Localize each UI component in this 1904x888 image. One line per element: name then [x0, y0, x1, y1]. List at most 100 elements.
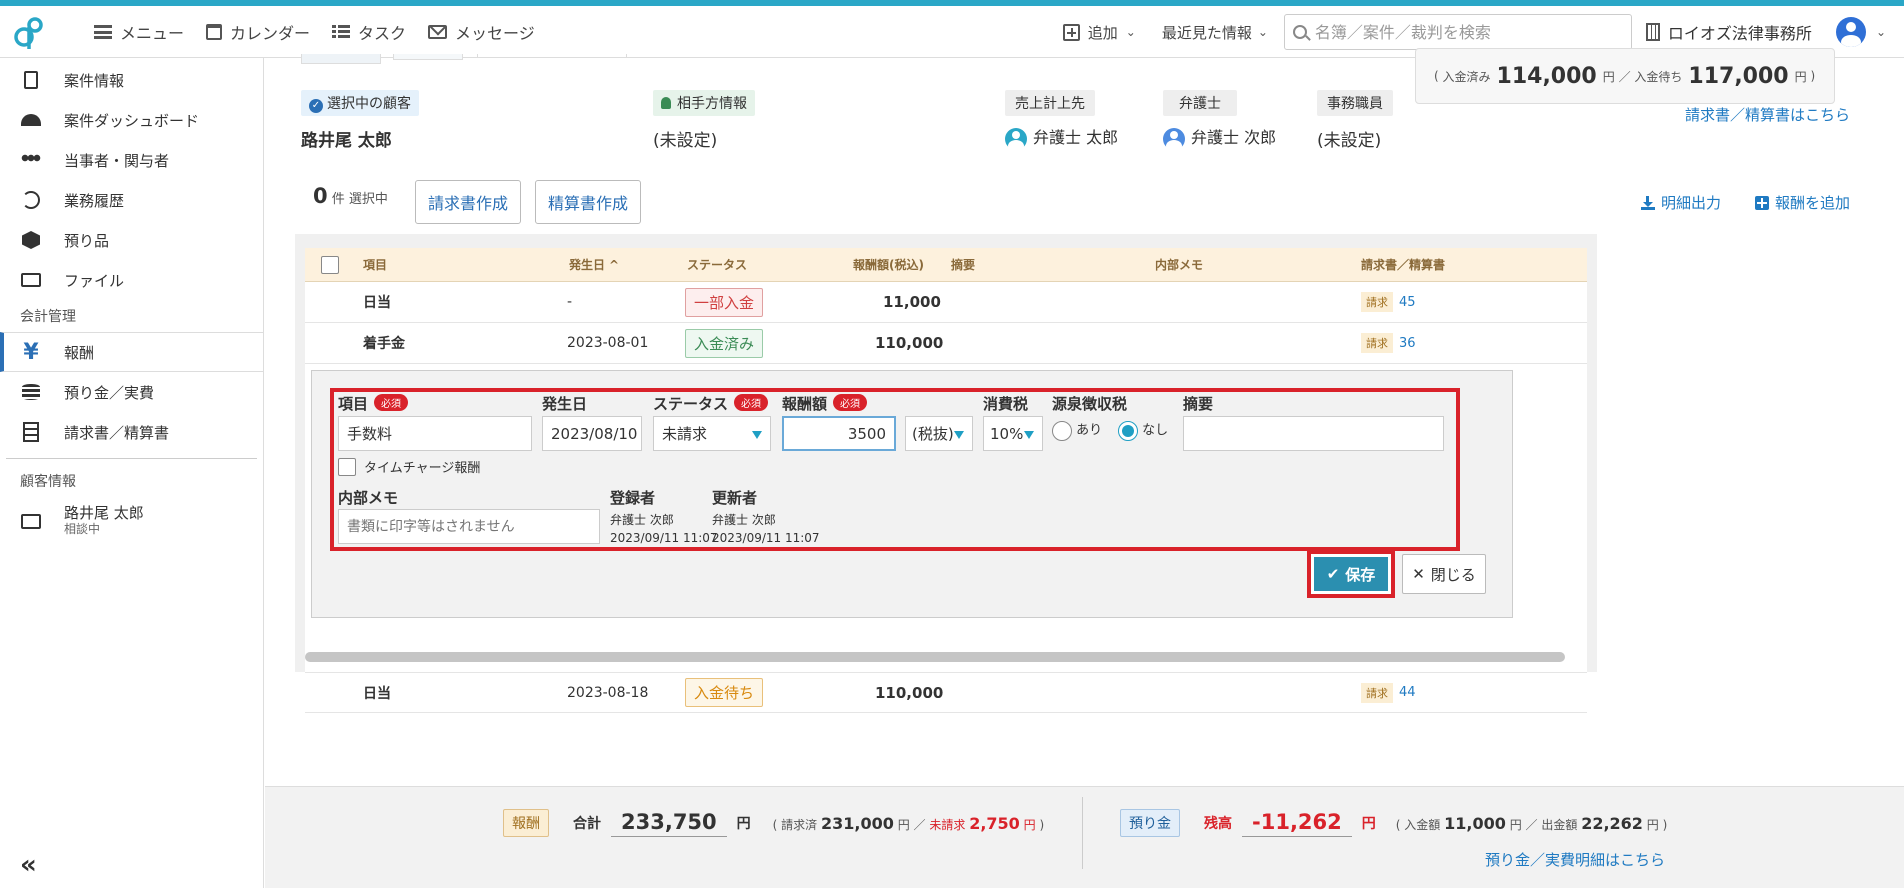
horizontal-scrollbar[interactable]	[305, 652, 1565, 662]
sidebar-item-deposit-expenses[interactable]: 預り金／実費	[0, 372, 263, 412]
selected-client-block: ✓ 選択中の顧客 路井尾 太郎	[301, 90, 419, 151]
date-field[interactable]: 2023/08/10	[542, 416, 642, 451]
withholding-yes-radio[interactable]: あり	[1052, 419, 1102, 441]
col-invoice: 請求書／精算書	[1361, 258, 1446, 272]
gauge-icon	[20, 110, 42, 130]
building-icon	[1645, 23, 1660, 41]
col-summary: 摘要	[951, 258, 976, 272]
nav-task[interactable]: タスク	[332, 20, 406, 44]
sidebar-item-invoices[interactable]: 請求書／精算書	[0, 412, 263, 452]
col-date[interactable]: 発生日 ^	[569, 248, 619, 281]
sidebar-item-history[interactable]: 業務履歴	[0, 180, 263, 220]
selection-count: 0 件 選択中	[313, 184, 388, 208]
lawyer-block: 弁護士 弁護士 次郎	[1163, 90, 1276, 152]
global-search[interactable]	[1283, 14, 1632, 50]
save-button[interactable]: ✔ 保存	[1314, 557, 1388, 591]
pending-amount: 117,000	[1688, 63, 1789, 89]
check-circle-icon: ✓	[309, 99, 323, 113]
tax-mode-select[interactable]: (税抜)	[905, 416, 973, 451]
create-invoice-button[interactable]: 請求書作成	[415, 180, 522, 224]
user-avatar[interactable]	[1835, 17, 1866, 47]
invoice-number-link[interactable]: 45	[1399, 295, 1416, 310]
coins-icon	[20, 382, 42, 402]
creator-label: 登録者	[610, 489, 656, 507]
date-field-label: 発生日	[542, 395, 588, 413]
deposit-tag: 預り金	[1120, 809, 1180, 837]
invoice-badge: 請求	[1361, 292, 1393, 312]
sidebar-item-deposits[interactable]: 預り品	[0, 220, 263, 260]
updater-info: 弁護士 次郎 2023/09/11 11:07	[712, 513, 820, 545]
sidebar-item-fees[interactable]: ¥ 報酬	[0, 332, 263, 372]
user-circle-icon	[1005, 127, 1027, 152]
tax-rate-select[interactable]: 10%	[983, 416, 1043, 451]
select-all-checkbox[interactable]	[321, 248, 339, 281]
collapse-sidebar-icon[interactable]: «	[20, 850, 37, 880]
app-logo[interactable]	[0, 6, 58, 58]
checkbox	[338, 457, 356, 476]
table-row[interactable]: 日当 - 一部入金 11,000 請求 45	[305, 282, 1587, 323]
chevron-down-icon: ⌄	[1125, 25, 1136, 39]
amount-field-label: 報酬額 必須	[782, 393, 868, 414]
nav-calendar[interactable]: カレンダー	[206, 20, 310, 44]
updater-label: 更新者	[712, 489, 758, 507]
col-item: 項目	[363, 258, 388, 272]
invoice-number-link[interactable]: 36	[1399, 336, 1416, 351]
sidebar-section-accounting: 会計管理	[20, 309, 76, 325]
status-select[interactable]: 未請求	[653, 416, 771, 451]
sales-block: 売上計上先 弁護士 太郎	[1005, 90, 1118, 152]
close-icon: ✕	[1412, 565, 1425, 583]
invoice-number-link[interactable]: 44	[1399, 685, 1416, 700]
col-memo: 内部メモ	[1155, 258, 1204, 272]
col-status: ステータス	[687, 258, 748, 272]
fee-payment-summary: ( 入金済み 114,000 円 ／ 入金待ち 117,000 円 )	[1415, 48, 1835, 104]
task-list-icon	[332, 24, 351, 39]
sidebar-item-case-info[interactable]: 案件情報	[0, 60, 263, 100]
nav-message[interactable]: メッセージ	[428, 20, 535, 44]
table-row[interactable]: 日当 2023-08-18 入金待ち 110,000 請求 44	[305, 672, 1587, 713]
summary-field[interactable]	[1183, 416, 1444, 451]
required-badge: 必須	[374, 394, 409, 411]
sidebar-item-dashboard[interactable]: 案件ダッシュボード	[0, 100, 263, 140]
fee-total-amount: 233,750	[611, 810, 727, 837]
tab-remnant	[393, 54, 463, 60]
withholding-no-radio[interactable]: なし	[1118, 419, 1168, 441]
add-fee-link[interactable]: 報酬を追加	[1755, 192, 1850, 213]
col-amount: 報酬額(税込)	[853, 258, 924, 272]
sidebar-item-parties[interactable]: 当事者・関与者	[0, 140, 263, 180]
check-icon: ✔	[1326, 565, 1340, 583]
item-field[interactable]: 手数料	[338, 416, 532, 451]
nav-menu[interactable]: メニュー	[94, 20, 184, 44]
table-header: 項目 発生日 ^ ステータス 報酬額(税込) 摘要 内部メモ 請求書／精算書	[305, 248, 1587, 282]
invoice-list-link[interactable]: 請求書／精算書はこちら	[1685, 104, 1850, 125]
chevron-down-icon[interactable]: ⌄	[1876, 25, 1886, 39]
office-switcher[interactable]: ロイオズ法律事務所	[1645, 20, 1812, 44]
opponent-label: 相手方情報	[653, 90, 755, 116]
invoice-badge: 請求	[1361, 682, 1393, 703]
sales-value: 弁護士 太郎	[1005, 124, 1118, 152]
export-details-link[interactable]: 明細出力	[1641, 192, 1721, 213]
plus-square-icon	[1062, 23, 1080, 41]
memo-field[interactable]	[338, 509, 600, 544]
create-settlement-button[interactable]: 精算書作成	[535, 180, 642, 224]
close-button[interactable]: ✕ 閉じる	[1402, 554, 1486, 594]
amount-field[interactable]: 3500	[782, 416, 896, 451]
sort-up-icon: ^	[609, 257, 620, 272]
deposit-balance-amount: -11,262	[1242, 810, 1352, 837]
item-field-label: 項目 必須	[338, 393, 409, 414]
search-input[interactable]	[1312, 21, 1613, 43]
fee-totals: 報酬 合計 233,750 円 ( 請求済 231,000 円 ／ 未請求 2,…	[503, 809, 1044, 837]
paid-amount: 114,000	[1496, 63, 1597, 89]
opponent-value: (未設定)	[653, 131, 718, 151]
sidebar-item-client[interactable]: 路井尾 太郎 相談中	[0, 497, 263, 545]
history-icon	[20, 190, 42, 210]
sidebar-item-files[interactable]: ファイル	[0, 260, 263, 300]
user-circle-icon	[1163, 127, 1185, 152]
add-dropdown[interactable]: 追加 ⌄	[1062, 22, 1136, 43]
timecharge-checkbox[interactable]: タイムチャージ報酬	[338, 457, 480, 476]
deposit-details-link[interactable]: 預り金／実費明細はこちら	[1485, 849, 1665, 870]
folder-icon	[20, 270, 42, 290]
recent-dropdown[interactable]: 最近見た情報 ⌄	[1162, 22, 1268, 43]
radio-button	[1052, 420, 1072, 441]
invoice-badge: 請求	[1361, 333, 1393, 353]
table-row[interactable]: 着手金 2023-08-01 入金済み 110,000 請求 36	[305, 323, 1587, 364]
